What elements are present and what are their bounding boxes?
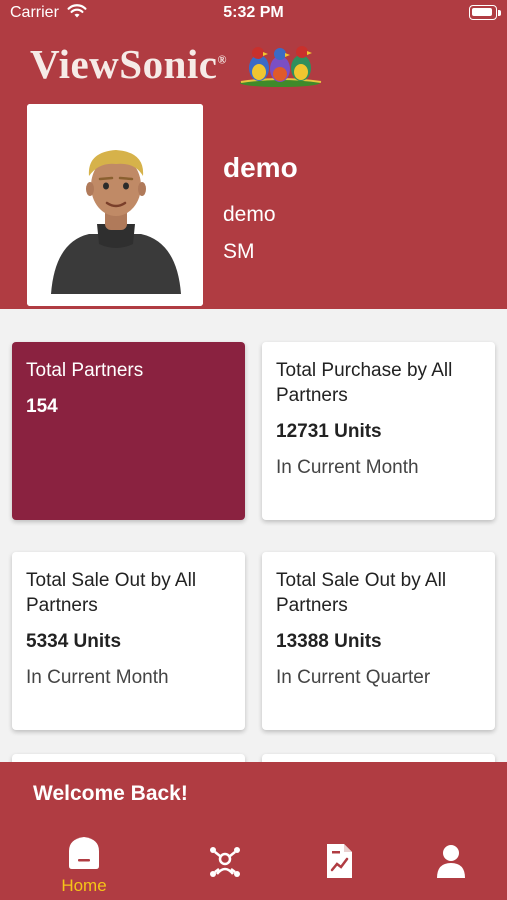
card-period: In Current Quarter — [276, 667, 431, 688]
card-value: 13388 Units — [276, 631, 382, 652]
card-sale-out-quarter[interactable]: Total Sale Out by All Partners 13388 Uni… — [262, 552, 495, 730]
avatar[interactable] — [27, 104, 203, 306]
card-total-partners[interactable]: Total Partners 154 — [12, 342, 245, 520]
tab-label: Home — [61, 876, 107, 895]
card-value: 154 — [26, 396, 58, 417]
battery-tip — [498, 10, 501, 16]
card-title: Total Purchase by All Partners — [276, 360, 453, 406]
card-period: In Current Month — [276, 457, 419, 478]
card-period: In Current Month — [26, 667, 169, 688]
tab-profile[interactable] — [434, 843, 468, 884]
tab-partners[interactable] — [205, 844, 245, 885]
card-total-purchase[interactable]: Total Purchase by All Partners 12731 Uni… — [262, 342, 495, 520]
card-sale-out-month[interactable]: Total Sale Out by All Partners 5334 Unit… — [12, 552, 245, 730]
battery-icon — [469, 5, 497, 20]
trademark-mark: ® — [217, 52, 227, 67]
tab-reports[interactable] — [322, 843, 356, 884]
home-icon — [69, 837, 99, 869]
avatar-icon — [27, 104, 203, 306]
user-role: SM — [223, 240, 255, 263]
card-value: 12731 Units — [276, 421, 382, 442]
user-username: demo — [223, 203, 276, 226]
card-value: 5334 Units — [26, 631, 122, 652]
tab-home[interactable]: Home — [50, 836, 118, 896]
status-bar: Carrier 5:32 PM — [0, 0, 507, 28]
header: Carrier 5:32 PM ViewSonic® demo demo SM — [0, 0, 507, 309]
user-name: demo — [223, 152, 298, 183]
viewsonic-logo: ViewSonic® — [30, 40, 227, 88]
profile-icon — [437, 845, 465, 878]
report-icon — [327, 844, 352, 878]
card-title: Total Sale Out by All Partners — [276, 570, 447, 616]
welcome-message: Welcome Back! — [33, 782, 188, 805]
card-title: Total Sale Out by All Partners — [26, 570, 197, 616]
birds-logo-icon — [240, 46, 322, 87]
partners-icon — [210, 847, 240, 877]
clock: 5:32 PM — [223, 4, 284, 21]
card-title: Total Partners — [26, 360, 144, 381]
brand-name: ViewSonic — [30, 41, 218, 87]
